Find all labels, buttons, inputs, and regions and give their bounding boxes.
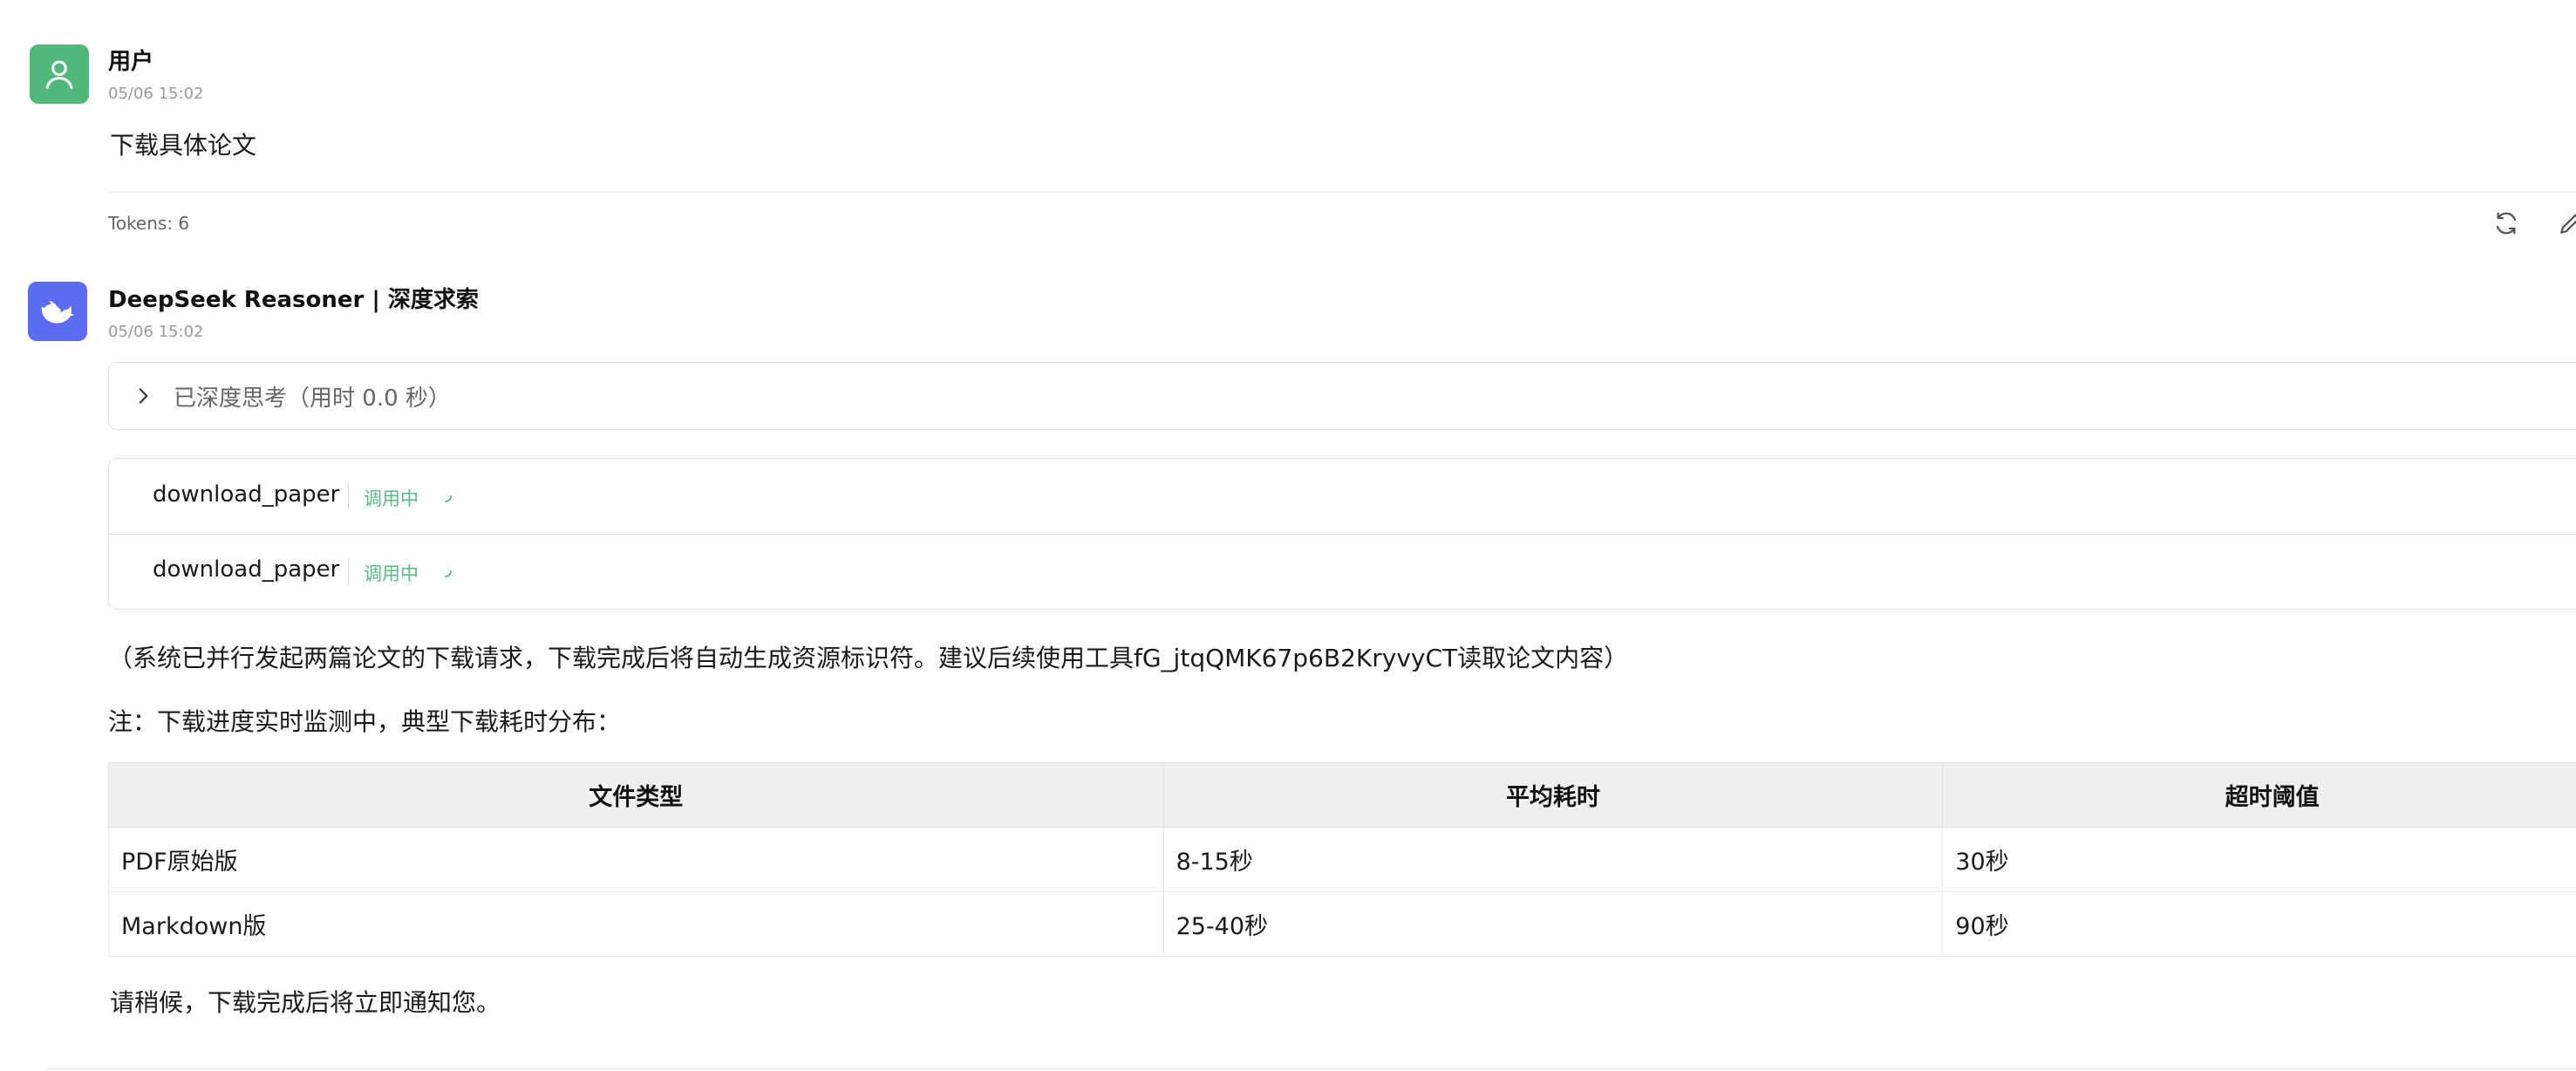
spinner-icon <box>445 570 452 577</box>
table-cell: 90秒 <box>1942 891 2576 957</box>
bot-timestamp: 05/06 15:02 <box>108 323 204 341</box>
user-timestamp: 05/06 15:02 <box>108 85 204 103</box>
table-row: PDF原始版 8-15秒 30秒 <box>108 827 2576 892</box>
table-header-cell: 平均耗时 <box>1162 762 1944 828</box>
table-cell: PDF原始版 <box>108 827 1164 892</box>
user-avatar <box>30 44 89 104</box>
whale-icon <box>41 301 74 324</box>
bot-author-name: DeepSeek Reasoner | 深度求索 <box>108 287 479 313</box>
edit-icon[interactable] <box>2557 209 2576 237</box>
tool-separator <box>348 558 349 584</box>
user-message-divider <box>108 192 2576 193</box>
tool-call-item[interactable]: download_paper 调用中 <box>109 459 2576 535</box>
bot-paragraph-1: （系统已并行发起两篇论文的下载请求，下载完成后将自动生成资源标识符。建议后续使用… <box>108 644 1629 672</box>
tool-status: 调用中 <box>364 563 419 584</box>
bot-paragraph-2: 注：下载进度实时监测中，典型下载耗时分布： <box>108 707 622 736</box>
table-cell: 30秒 <box>1942 827 2576 892</box>
user-icon <box>45 60 73 89</box>
tool-status: 调用中 <box>364 488 419 509</box>
bottom-divider <box>45 1068 2576 1069</box>
user-message-text: 下载具体论文 <box>110 131 257 160</box>
tool-call-item[interactable]: download_paper 调用中 <box>109 534 2576 609</box>
tool-separator <box>348 483 349 509</box>
table-header-row: 文件类型 平均耗时 超时阈值 <box>108 762 2576 828</box>
table-cell: 8-15秒 <box>1162 827 1944 892</box>
table-row: Markdown版 25-40秒 90秒 <box>108 891 2576 957</box>
tool-name: download_paper <box>153 481 340 508</box>
bot-avatar <box>28 282 87 341</box>
bot-closing-text: 请稍候，下载完成后将立即通知您。 <box>110 988 501 1017</box>
reasoning-toggle[interactable]: 已深度思考（用时 0.0 秒） <box>108 362 2576 430</box>
spinner-icon <box>445 495 452 502</box>
tool-calls-panel: download_paper 调用中 download_paper 调用中 <box>108 458 2576 610</box>
token-count: Tokens: 6 <box>108 213 190 234</box>
user-author-name: 用户 <box>108 49 154 75</box>
refresh-icon[interactable] <box>2492 209 2520 237</box>
tool-name: download_paper <box>153 556 340 583</box>
table-header-cell: 文件类型 <box>108 762 1164 828</box>
table-cell: 25-40秒 <box>1162 891 1944 957</box>
chevron-right-icon <box>139 388 148 404</box>
table-cell: Markdown版 <box>108 891 1164 957</box>
timing-table: 文件类型 平均耗时 超时阈值 PDF原始版 8-15秒 30秒 Markdown… <box>108 762 2576 957</box>
reasoning-label: 已深度思考（用时 0.0 秒） <box>174 385 451 412</box>
table-header-cell: 超时阈值 <box>1942 762 2576 828</box>
